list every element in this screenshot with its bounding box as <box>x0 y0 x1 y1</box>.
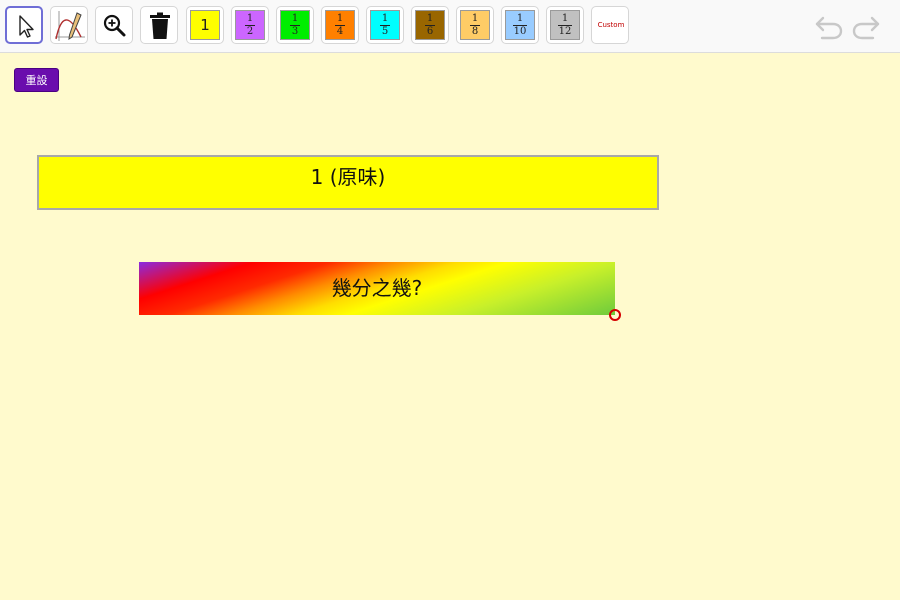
denominator: 10 <box>513 25 527 37</box>
move-tool-button[interactable] <box>5 6 43 44</box>
delete-tool-button[interactable] <box>140 6 178 44</box>
zoom-in-icon <box>103 14 126 37</box>
fraction-1-label: 1 <box>200 16 210 34</box>
undo-icon <box>815 16 843 40</box>
pen-tool-button[interactable] <box>50 6 88 44</box>
fraction-1-10-swatch: 1 10 <box>505 10 535 40</box>
fraction-1-6-swatch: 1 6 <box>415 10 445 40</box>
fraction-1-4-label: 1 4 <box>335 12 345 37</box>
fraction-1-2-button[interactable]: 1 2 <box>231 6 269 44</box>
numerator: 1 <box>381 12 389 24</box>
fraction-1-button[interactable]: 1 <box>186 6 224 44</box>
fraction-1-5-button[interactable]: 1 5 <box>366 6 404 44</box>
fraction-1-3-label: 1 3 <box>290 12 300 37</box>
fraction-1-3-swatch: 1 3 <box>280 10 310 40</box>
redo-icon <box>852 16 880 40</box>
resize-handle[interactable] <box>609 309 621 321</box>
numerator: 1 <box>426 12 434 24</box>
fraction-1-10-button[interactable]: 1 10 <box>501 6 539 44</box>
mystery-bar-label: 幾分之幾? <box>331 276 423 300</box>
fraction-1-2-label: 1 2 <box>245 12 255 37</box>
numerator: 1 <box>471 12 479 24</box>
fraction-1-6-label: 1 6 <box>425 12 435 37</box>
fraction-1-12-label: 1 12 <box>558 12 572 37</box>
zoom-tool-button[interactable] <box>95 6 133 44</box>
denominator: 5 <box>381 25 389 37</box>
fraction-1-5-label: 1 5 <box>380 12 390 37</box>
custom-fraction-button[interactable]: Custom <box>591 6 629 44</box>
toolbar: 1 1 2 1 3 1 4 1 5 1 6 1 8 1 10 1 12 Cust… <box>0 0 900 53</box>
reset-button[interactable]: 重設 <box>14 68 59 92</box>
numerator: 1 <box>291 12 299 24</box>
cursor-arrow-icon <box>19 15 34 38</box>
fraction-1-5-swatch: 1 5 <box>370 10 400 40</box>
pen-graph-icon <box>55 11 85 41</box>
fraction-1-12-button[interactable]: 1 12 <box>546 6 584 44</box>
fraction-1-6-button[interactable]: 1 6 <box>411 6 449 44</box>
custom-fraction-label: Custom <box>597 21 625 29</box>
fraction-1-8-swatch: 1 8 <box>460 10 490 40</box>
denominator: 8 <box>471 25 479 37</box>
numerator: 1 <box>561 12 569 24</box>
fraction-1-3-button[interactable]: 1 3 <box>276 6 314 44</box>
denominator: 4 <box>336 25 344 37</box>
fraction-1-10-label: 1 10 <box>513 12 527 37</box>
fraction-1-4-swatch: 1 4 <box>325 10 355 40</box>
mystery-fraction-bar[interactable]: 幾分之幾? <box>139 262 615 315</box>
whole-bar-label: 1 (原味) <box>310 165 386 189</box>
undo-button[interactable] <box>814 12 844 44</box>
numerator: 1 <box>336 12 344 24</box>
fraction-1-8-label: 1 8 <box>470 12 480 37</box>
numerator: 1 <box>516 12 524 24</box>
denominator: 3 <box>291 25 299 37</box>
denominator: 6 <box>426 25 434 37</box>
trash-icon <box>150 12 170 39</box>
fraction-1-8-button[interactable]: 1 8 <box>456 6 494 44</box>
fraction-1-4-button[interactable]: 1 4 <box>321 6 359 44</box>
fraction-1-2-swatch: 1 2 <box>235 10 265 40</box>
denominator: 12 <box>558 25 572 37</box>
fraction-1-swatch: 1 <box>190 10 220 40</box>
redo-button[interactable] <box>851 12 881 44</box>
denominator: 2 <box>246 25 254 37</box>
numerator: 1 <box>246 12 254 24</box>
whole-bar[interactable]: 1 (原味) <box>37 155 659 210</box>
fraction-1-12-swatch: 1 12 <box>550 10 580 40</box>
